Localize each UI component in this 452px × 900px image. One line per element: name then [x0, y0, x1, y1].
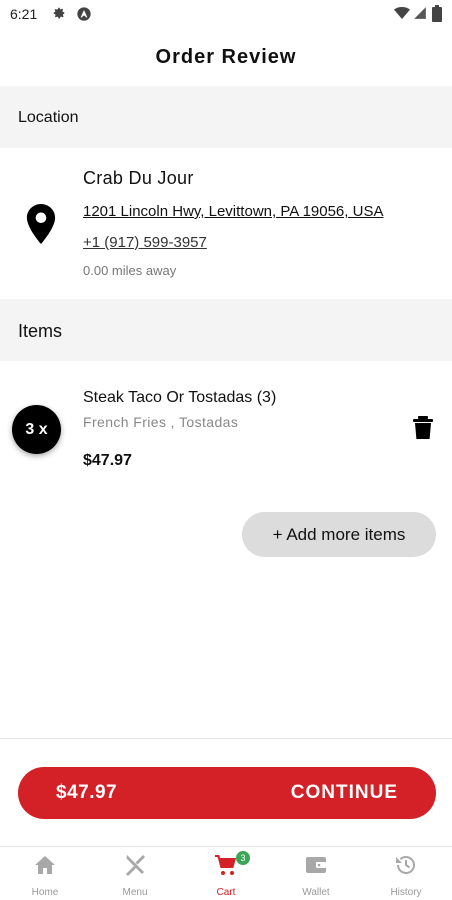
nav-label-menu: Menu — [122, 887, 148, 898]
restaurant-distance: 0.00 miles away — [83, 263, 177, 278]
page-title: Order Review — [155, 46, 297, 68]
restaurant-phone-link[interactable]: +1 (917) 599-3957 — [83, 234, 207, 251]
item-options: French Fries , Tostadas — [83, 414, 239, 430]
items-section-title: Items — [18, 321, 63, 341]
continue-button[interactable]: $47.97 CONTINUE — [18, 767, 436, 819]
nav-item-wallet[interactable]: Wallet — [271, 847, 361, 900]
bottom-nav: Home Menu 3 Cart Wallet History — [0, 846, 452, 900]
status-bar: 6:21 — [0, 0, 452, 28]
history-icon — [396, 856, 415, 874]
nav-label-cart: Cart — [216, 887, 236, 898]
settings-gear-icon — [53, 7, 65, 19]
location-section-header: Location — [0, 86, 452, 148]
app-header: Order Review — [0, 28, 452, 86]
nav-label-home: Home — [31, 887, 59, 898]
signal-icon — [414, 7, 426, 19]
item-quantity-badge[interactable]: 3 x — [12, 405, 61, 454]
footer-divider — [0, 738, 452, 739]
location-section-title: Location — [18, 109, 79, 126]
restaurant-address-link[interactable]: 1201 Lincoln Hwy, Levittown, PA 19056, U… — [83, 203, 383, 220]
item-name: Steak Taco Or Tostadas (3) — [83, 389, 277, 406]
nav-item-menu[interactable]: Menu — [90, 847, 180, 900]
cart-count-badge: 3 — [236, 851, 250, 865]
menu-icon — [126, 855, 145, 876]
item-price: $47.97 — [83, 452, 132, 469]
restaurant-name: Crab Du Jour — [83, 168, 194, 188]
nav-item-history[interactable]: History — [361, 847, 451, 900]
nav-label-history: History — [390, 887, 422, 898]
continue-label: CONTINUE — [290, 782, 398, 803]
delete-item-trash-icon[interactable] — [413, 416, 433, 440]
add-more-items-button[interactable]: + Add more items — [242, 512, 436, 557]
battery-icon — [432, 5, 442, 22]
location-pin-icon — [26, 204, 56, 244]
wifi-icon — [394, 7, 410, 19]
nav-item-home[interactable]: Home — [0, 847, 90, 900]
order-total: $47.97 — [56, 782, 118, 803]
nav-label-wallet: Wallet — [302, 887, 330, 898]
wallet-icon — [306, 857, 326, 873]
home-icon — [35, 856, 55, 874]
cart-icon — [215, 855, 237, 875]
app-notification-icon — [77, 7, 91, 21]
status-time: 6:21 — [10, 6, 38, 22]
items-section-header: Items — [0, 299, 452, 361]
nav-item-cart[interactable]: 3 Cart — [181, 847, 271, 900]
